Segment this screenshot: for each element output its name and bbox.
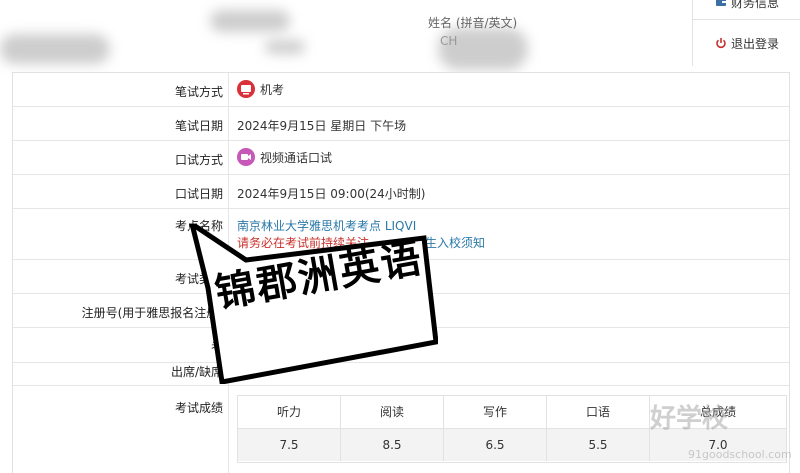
score-value: 6.5: [444, 429, 547, 461]
row-label: 笔试方式: [174, 85, 223, 99]
computer-icon: [237, 80, 255, 98]
logout-label: 退出登录: [731, 37, 780, 51]
score-header: 写作: [444, 396, 547, 429]
logout-menu-item[interactable]: 退出登录: [715, 35, 779, 52]
written-date-value: 2024年9月15日 星期日 下午场: [237, 119, 407, 133]
written-mode-value: 机考: [260, 83, 285, 97]
watermark-text: 好学校: [650, 404, 729, 434]
row-value: 视频通话口试: [237, 148, 332, 166]
score-header: 阅读: [341, 396, 444, 429]
power-icon: [715, 37, 727, 49]
blurred-area: [0, 34, 110, 64]
watermark-url: 91goodschool.com: [688, 448, 792, 461]
score-value: 5.5: [547, 429, 650, 461]
info-row: 笔试方式 机考: [13, 73, 789, 107]
finance-label: 财务信息: [731, 0, 780, 10]
score-value: 7.5: [238, 429, 341, 461]
row-label: 口试日期: [174, 187, 223, 201]
video-camera-icon: [237, 148, 255, 166]
user-menu: 财务信息 退出登录: [692, 0, 800, 66]
info-row: 口试方式 视频通话口试: [13, 141, 789, 175]
speaking-mode-value: 视频通话口试: [260, 151, 333, 165]
menu-divider: [693, 19, 800, 20]
wallet-icon: [715, 0, 727, 8]
score-value: 8.5: [341, 429, 444, 461]
row-label: 笔试日期: [174, 119, 223, 133]
blurred-area: [210, 10, 290, 32]
speaking-date-value: 2024年9月15日 09:00(24小时制): [237, 187, 426, 201]
name-label: 姓名 (拼音/英文): [428, 16, 518, 30]
row-value: 机考: [237, 80, 284, 98]
score-header: 听力: [238, 396, 341, 429]
finance-menu-item[interactable]: 财务信息: [715, 0, 779, 11]
info-row: 口试日期 2024年9月15日 09:00(24小时制): [13, 175, 789, 209]
info-row: 笔试日期 2024年9月15日 星期日 下午场: [13, 107, 789, 141]
top-header: 姓名 (拼音/英文) CH 财务信息 退出登录: [0, 0, 800, 70]
blurred-area: [265, 40, 305, 54]
score-header: 口语: [547, 396, 650, 429]
row-label: 考试成绩: [174, 401, 223, 415]
row-divider: [13, 384, 789, 386]
name-sub-label: CH: [440, 34, 458, 48]
row-label: 口试方式: [174, 153, 223, 167]
